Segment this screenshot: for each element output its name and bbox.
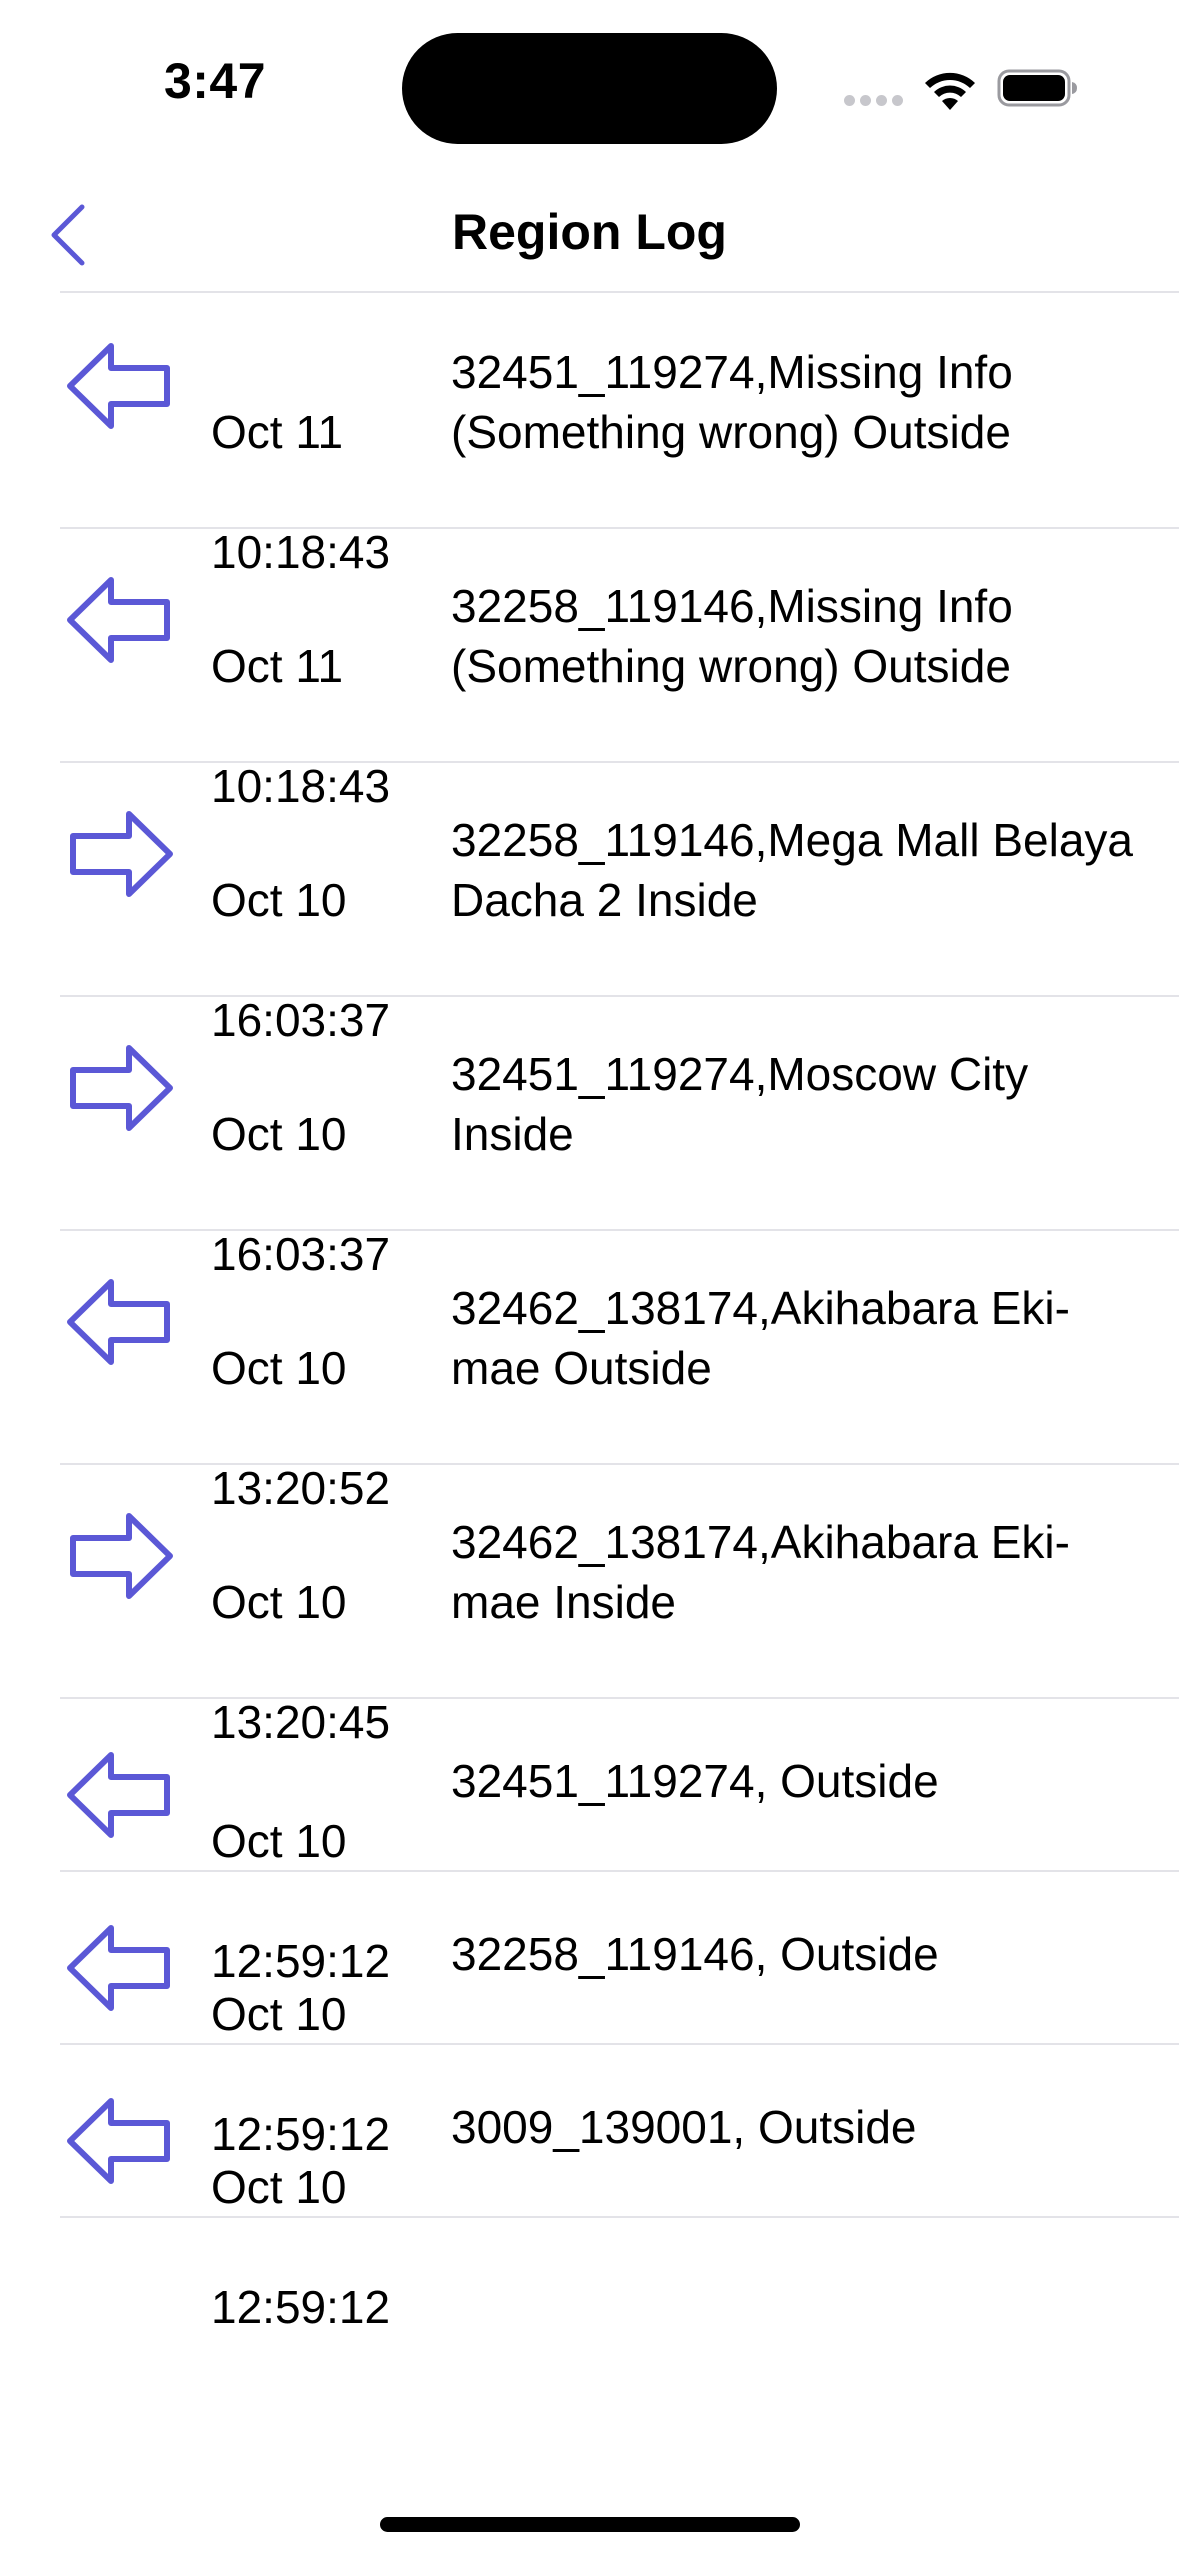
- enter-arrow-right-icon: [70, 1513, 173, 1599]
- enter-arrow-right-icon: [70, 1045, 173, 1131]
- log-date: Oct 10: [211, 1342, 347, 1394]
- wifi-icon: [925, 72, 975, 110]
- log-message: 32451_119274,Moscow City Inside: [451, 1048, 1029, 1160]
- log-message: 32258_119146, Outside: [451, 1928, 939, 1980]
- status-bar: 3:47: [0, 0, 1179, 175]
- log-row[interactable]: Oct 10 16:03:37 32258_119146,Mega Mall B…: [0, 763, 1179, 1046]
- row-divider: [60, 2216, 1179, 2218]
- status-time: 3:47: [163, 53, 267, 109]
- log-row[interactable]: Oct 10 12:59:12 32258_119146, Outside: [0, 1872, 1179, 2160]
- log-date: Oct 10: [211, 874, 347, 926]
- log-message: 32451_119274,Missing Info (Something wro…: [451, 346, 1013, 458]
- log-date: Oct 10: [211, 1576, 347, 1628]
- home-indicator[interactable]: [380, 2517, 800, 2532]
- log-time: 12:59:12: [211, 2281, 391, 2333]
- log-date: Oct 11: [211, 406, 344, 458]
- log-message: 32258_119146,Missing Info (Something wro…: [451, 580, 1013, 692]
- dynamic-island: [402, 33, 777, 144]
- log-date: Oct 10: [211, 1815, 347, 1867]
- navigation-bar: Region Log: [0, 175, 1179, 293]
- log-row[interactable]: Oct 10 16:03:37 32451_119274,Moscow City…: [0, 997, 1179, 1280]
- enter-arrow-right-icon: [70, 811, 173, 897]
- log-message: 32462_138174,Akihabara Eki-mae Inside: [451, 1516, 1070, 1628]
- log-row[interactable]: Oct 10 12:59:12 3009_139001, Outside: [0, 2045, 1179, 2333]
- log-timestamp: Oct 10 12:59:12: [211, 2097, 431, 2397]
- exit-arrow-left-icon: [67, 1752, 170, 1838]
- log-row[interactable]: Oct 10 12:59:12 32451_119274, Outside: [0, 1699, 1179, 1987]
- log-message: 32258_119146,Mega Mall Belaya Dacha 2 In…: [451, 814, 1133, 926]
- log-message: 32451_119274, Outside: [451, 1755, 939, 1807]
- log-row[interactable]: Oct 10 13:20:52 32462_138174,Akihabara E…: [0, 1231, 1179, 1514]
- region-log-list: Oct 11 10:18:43 32451_119274,Missing Inf…: [0, 295, 1179, 2333]
- exit-arrow-left-icon: [67, 577, 170, 663]
- exit-arrow-left-icon: [67, 343, 170, 429]
- log-row[interactable]: Oct 11 10:18:43 32451_119274,Missing Inf…: [0, 295, 1179, 578]
- exit-arrow-left-icon: [67, 2098, 170, 2184]
- log-row[interactable]: Oct 10 13:20:45 32462_138174,Akihabara E…: [0, 1465, 1179, 1748]
- log-date: Oct 10: [211, 1988, 347, 2040]
- log-row[interactable]: Oct 11 10:18:43 32258_119146,Missing Inf…: [0, 529, 1179, 812]
- log-message: 32462_138174,Akihabara Eki-mae Outside: [451, 1282, 1070, 1394]
- log-date: Oct 11: [211, 640, 344, 692]
- exit-arrow-left-icon: [67, 1279, 170, 1365]
- log-message: 3009_139001, Outside: [451, 2101, 917, 2153]
- cellular-signal-icon: [844, 95, 904, 107]
- log-date: Oct 10: [211, 1108, 347, 1160]
- page-title: Region Log: [452, 204, 727, 260]
- nav-divider: [60, 291, 1179, 293]
- log-date: Oct 10: [211, 2161, 347, 2213]
- battery-icon: [997, 69, 1077, 107]
- exit-arrow-left-icon: [67, 1925, 170, 2011]
